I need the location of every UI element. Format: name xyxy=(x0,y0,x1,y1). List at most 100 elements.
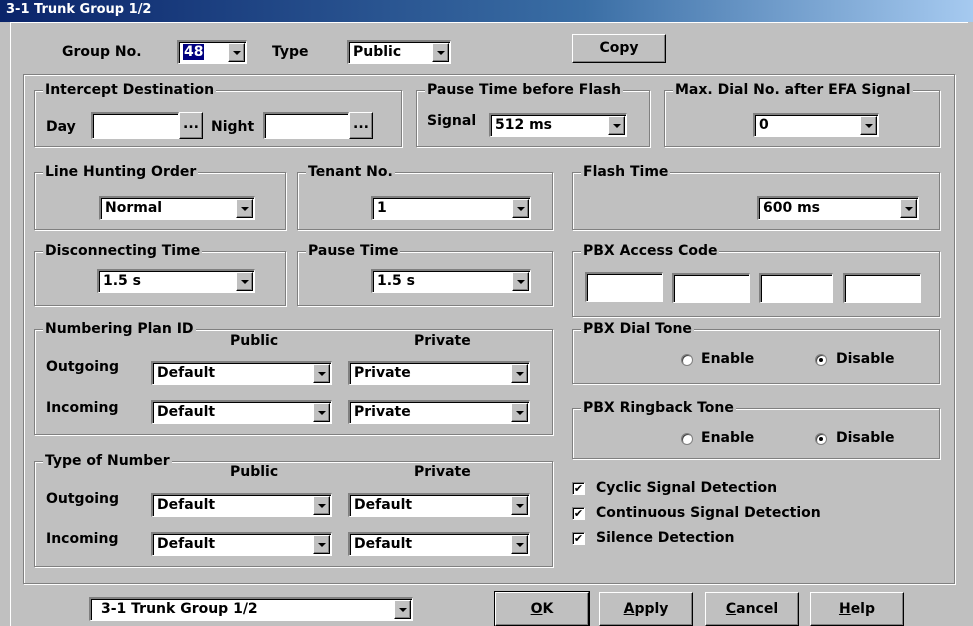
day-label: Day xyxy=(46,119,76,135)
chevron-down-icon[interactable] xyxy=(511,496,528,515)
group-no-value: 48 xyxy=(183,44,205,60)
pause-flash-select[interactable]: 512 ms xyxy=(489,113,627,137)
day-browse-button[interactable]: ... xyxy=(179,112,203,139)
pause-time-select[interactable]: 1.5 s xyxy=(371,269,531,293)
numbering-incoming-public-select[interactable]: Default xyxy=(151,400,332,424)
type-outgoing-private-select[interactable]: Default xyxy=(348,493,530,517)
ringback-enable-label[interactable]: Enable xyxy=(701,429,754,447)
chevron-down-icon[interactable] xyxy=(512,199,529,218)
flash-time-select[interactable]: 600 ms xyxy=(757,196,919,220)
max-dial-legend: Max. Dial No. after EFA Signal xyxy=(673,81,913,99)
continuous-signal-label[interactable]: Continuous Signal Detection xyxy=(596,504,821,522)
pause-flash-legend: Pause Time before Flash xyxy=(425,81,623,99)
dial-tone-enable-label[interactable]: Enable xyxy=(701,350,754,368)
night-browse-button[interactable]: ... xyxy=(349,112,373,139)
numbering-private-header: Private xyxy=(414,333,471,349)
apply-label: pply xyxy=(634,601,669,617)
numbering-incoming-private-select[interactable]: Private xyxy=(348,400,530,424)
type-outgoing-public-select[interactable]: Default xyxy=(151,493,332,517)
ringback-disable-label[interactable]: Disable xyxy=(836,429,895,447)
chevron-down-icon[interactable] xyxy=(900,199,917,218)
dial-tone-disable-radio[interactable] xyxy=(815,354,827,366)
disconnecting-select[interactable]: 1.5 s xyxy=(97,269,255,293)
type-incoming-private-select[interactable]: Default xyxy=(348,532,530,556)
max-dial-select[interactable]: 0 xyxy=(753,113,879,137)
numbering-outgoing-public-select[interactable]: Default xyxy=(151,361,332,385)
ok-button[interactable]: OK xyxy=(494,591,590,626)
chevron-down-icon[interactable] xyxy=(511,535,528,554)
window-title-bar: 3-1 Trunk Group 1/2 xyxy=(0,0,973,22)
copy-button[interactable]: Copy xyxy=(572,34,666,63)
help-accelerator: H xyxy=(838,601,851,617)
night-field[interactable] xyxy=(263,112,349,139)
cyclic-signal-checkbox[interactable]: ✔ xyxy=(572,482,585,495)
window-title: 3-1 Trunk Group 1/2 xyxy=(6,2,152,17)
chevron-down-icon[interactable] xyxy=(511,364,528,383)
day-browse-label: ... xyxy=(183,116,199,132)
numbering-outgoing-private-select[interactable]: Private xyxy=(348,361,530,385)
type-private-header: Private xyxy=(414,464,471,480)
type-outgoing-label: Outgoing xyxy=(46,491,119,507)
tenant-legend: Tenant No. xyxy=(306,163,395,181)
tenant-select[interactable]: 1 xyxy=(371,196,531,220)
chevron-down-icon[interactable] xyxy=(313,535,330,554)
chevron-down-icon[interactable] xyxy=(236,272,253,291)
pbx-access-code-4[interactable] xyxy=(843,273,921,303)
pbx-access-code-2[interactable] xyxy=(672,273,750,303)
cyclic-signal-label[interactable]: Cyclic Signal Detection xyxy=(596,479,777,497)
cancel-accelerator: C xyxy=(725,601,737,617)
chevron-down-icon[interactable] xyxy=(313,496,330,515)
chevron-down-icon[interactable] xyxy=(228,43,245,62)
pbx-access-code-1[interactable] xyxy=(585,272,663,302)
line-hunting-select[interactable]: Normal xyxy=(99,196,255,220)
cancel-label: ancel xyxy=(736,601,779,617)
chevron-down-icon[interactable] xyxy=(860,116,877,135)
flash-time-value: 600 ms xyxy=(763,200,821,216)
chevron-down-icon[interactable] xyxy=(394,600,411,619)
chevron-down-icon[interactable] xyxy=(313,403,330,422)
chevron-down-icon[interactable] xyxy=(432,43,449,62)
pbx-access-code-3[interactable] xyxy=(759,273,833,303)
chevron-down-icon[interactable] xyxy=(236,199,253,218)
intercept-legend: Intercept Destination xyxy=(43,81,217,99)
chevron-down-icon[interactable] xyxy=(511,403,528,422)
pause-time-legend: Pause Time xyxy=(306,242,401,260)
page-select[interactable]: 3-1 Trunk Group 1/2 xyxy=(89,597,413,621)
numbering-outgoing-label: Outgoing xyxy=(46,359,119,375)
group-no-label: Group No. xyxy=(62,44,142,60)
night-browse-label: ... xyxy=(353,116,369,132)
ringback-disable-radio[interactable] xyxy=(815,433,827,445)
apply-accelerator: A xyxy=(623,601,635,617)
pbx-ringback-legend: PBX Ringback Tone xyxy=(581,399,736,417)
ok-accelerator: O xyxy=(530,601,543,617)
numbering-plan-legend: Numbering Plan ID xyxy=(43,320,196,338)
numbering-public-header: Public xyxy=(230,333,279,349)
type-of-number-legend: Type of Number xyxy=(43,452,172,470)
type-incoming-public-select[interactable]: Default xyxy=(151,532,332,556)
type-public-header: Public xyxy=(230,464,279,480)
cancel-button[interactable]: Cancel xyxy=(705,592,799,626)
type-value: Public xyxy=(353,44,402,60)
help-button[interactable]: Help xyxy=(810,592,904,626)
help-label: elp xyxy=(850,601,876,617)
tenant-value: 1 xyxy=(377,200,387,216)
flash-time-legend: Flash Time xyxy=(581,163,671,181)
disconnecting-legend: Disconnecting Time xyxy=(43,242,203,260)
silence-detection-label[interactable]: Silence Detection xyxy=(596,529,735,547)
ringback-enable-radio[interactable] xyxy=(681,433,693,445)
chevron-down-icon[interactable] xyxy=(608,116,625,135)
type-incoming-public-value: Default xyxy=(157,536,216,552)
line-hunting-legend: Line Hunting Order xyxy=(43,163,199,181)
pause-flash-value: 512 ms xyxy=(495,117,553,133)
continuous-signal-checkbox[interactable]: ✔ xyxy=(572,507,585,520)
dial-tone-disable-label[interactable]: Disable xyxy=(836,350,895,368)
group-no-select[interactable]: 48 xyxy=(177,40,247,64)
apply-button[interactable]: Apply xyxy=(599,592,693,626)
chevron-down-icon[interactable] xyxy=(313,364,330,383)
day-field[interactable] xyxy=(91,112,179,139)
silence-detection-checkbox[interactable]: ✔ xyxy=(572,532,585,545)
chevron-down-icon[interactable] xyxy=(512,272,529,291)
dial-tone-enable-radio[interactable] xyxy=(681,354,693,366)
type-select[interactable]: Public xyxy=(347,40,451,64)
page-select-value: 3-1 Trunk Group 1/2 xyxy=(101,601,258,617)
